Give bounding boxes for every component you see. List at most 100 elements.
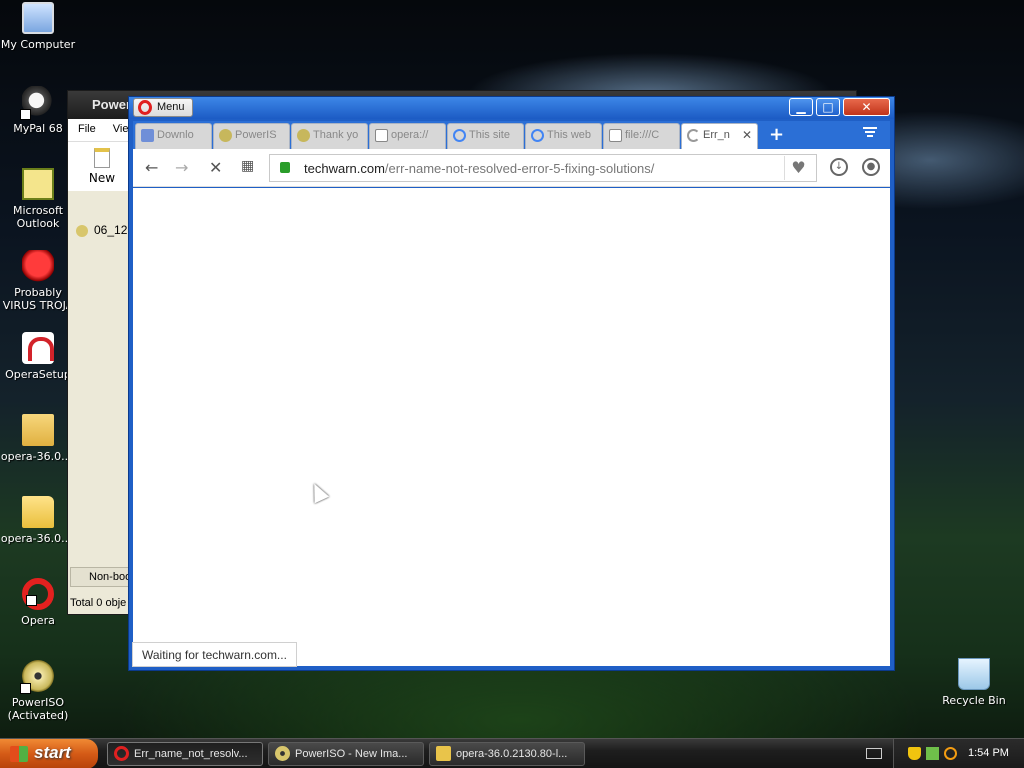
close-tab-icon[interactable]: ✕ (742, 128, 752, 142)
page-content[interactable] (133, 188, 890, 666)
tab-file[interactable]: file:///C (603, 123, 680, 149)
downloads-button[interactable]: ↓ (830, 158, 848, 176)
zip-archive-icon (22, 414, 54, 446)
shield-icon[interactable] (908, 747, 921, 760)
user-icon: ● (866, 161, 876, 172)
opera-menu-button[interactable]: Menu (133, 98, 193, 117)
start-button[interactable]: start (0, 739, 98, 768)
url-path: /err-name-not-resolved-error-5-fixing-so… (384, 161, 655, 176)
stop-button[interactable]: ✕ (209, 158, 222, 177)
page-icon (375, 129, 388, 142)
page-icon (609, 129, 622, 142)
back-button[interactable]: ← (145, 158, 158, 177)
minimize-icon: ▁ (796, 100, 806, 114)
download-icon: ↓ (834, 161, 844, 172)
status-bubble: Waiting for techwarn.com... (132, 642, 297, 667)
network-icon[interactable] (926, 747, 939, 760)
google-icon (453, 129, 466, 142)
tab-strip: Downlo PowerIS Thank yo opera:// This si… (133, 121, 890, 151)
folder-icon (22, 496, 54, 528)
new-button[interactable]: New (82, 148, 122, 185)
poweriso-icon (275, 746, 290, 761)
plus-icon: + (769, 124, 785, 145)
menu-line (867, 135, 873, 137)
search-icon[interactable] (944, 747, 957, 760)
url-host: techwarn.com (304, 161, 385, 176)
address-bar[interactable]: techwarn.com/err-name-not-resolved-error… (269, 154, 817, 182)
keyboard-icon[interactable] (866, 748, 882, 759)
poweriso-icon (297, 129, 310, 142)
system-tray: 1:54 PM (893, 739, 1024, 768)
folder-icon (436, 746, 451, 761)
opera-downloads-icon (141, 129, 154, 142)
desktop-icon-label: Recycle Bin (942, 694, 1006, 707)
maximize-icon: □ (822, 100, 834, 114)
heart-icon: ♥ (791, 158, 806, 177)
poweriso-total-status: Total 0 obje (70, 597, 127, 609)
opera-icon (22, 578, 54, 610)
desktop-icon-label: My Computer (0, 38, 76, 51)
account-button[interactable]: ● (862, 158, 880, 176)
taskbar-item-opera[interactable]: Err_name_not_resolv... (107, 742, 263, 766)
tab-downloads[interactable]: Downlo (135, 123, 212, 149)
menu-line (863, 127, 877, 129)
poweriso-icon (20, 660, 54, 694)
arrow-right-icon: → (175, 158, 189, 177)
google-icon (531, 129, 544, 142)
close-icon: ✕ (861, 100, 872, 114)
menu-file[interactable]: File (78, 123, 96, 135)
tab-google-1[interactable]: This site (447, 123, 524, 149)
desktop-icon-label: PowerISO (Activated) (7, 696, 69, 722)
desktop-icon-label: Opera (21, 614, 55, 627)
file-list-item[interactable]: 06_12 (76, 223, 127, 237)
virus-icon (22, 250, 54, 282)
speed-dial-button[interactable]: ▦ (241, 158, 254, 174)
menu-line (865, 131, 875, 133)
tab-poweriso[interactable]: PowerIS (213, 123, 290, 149)
opera-titlebar[interactable]: Menu ▁ □ ✕ (129, 97, 894, 119)
tab-label: PowerIS (235, 129, 277, 141)
computer-icon (22, 2, 54, 34)
tab-label: This web (547, 129, 592, 141)
bookmark-heart-button[interactable]: ♥ (784, 156, 812, 180)
desktop-icon-recycle-bin[interactable]: Recycle Bin (934, 658, 1014, 707)
loading-icon (687, 129, 700, 142)
taskbar-item-label: PowerISO - New Ima... (295, 748, 408, 760)
start-label: start (34, 743, 71, 762)
forward-button[interactable]: → (175, 158, 188, 177)
mypal-icon (20, 86, 54, 120)
minimize-button[interactable]: ▁ (789, 98, 813, 116)
close-button[interactable]: ✕ (843, 98, 890, 116)
file-name: 06_12 (94, 223, 128, 237)
new-document-icon (94, 148, 110, 168)
poweriso-title: Power (92, 97, 132, 112)
recycle-bin-icon (958, 658, 990, 690)
tab-opera-internal[interactable]: opera:// (369, 123, 446, 149)
desktop-icon-my-computer[interactable]: My Computer (0, 2, 78, 51)
tab-thank-you[interactable]: Thank yo (291, 123, 368, 149)
disc-image-icon (76, 224, 88, 237)
opera-setup-icon (22, 332, 54, 364)
tab-label: opera:// (391, 129, 429, 141)
tab-menu-button[interactable] (863, 125, 877, 139)
grid-icon: ▦ (241, 158, 255, 174)
taskbar: start Err_name_not_resolv... PowerISO - … (0, 738, 1024, 768)
arrow-left-icon: ← (145, 158, 159, 177)
tab-label: Downlo (157, 129, 194, 141)
tab-label: Thank yo (313, 129, 359, 141)
new-button-label: New (88, 171, 116, 185)
taskbar-item-poweriso[interactable]: PowerISO - New Ima... (268, 742, 424, 766)
maximize-button[interactable]: □ (816, 98, 840, 116)
taskbar-item-folder[interactable]: opera-36.0.2130.80-l... (429, 742, 585, 766)
clock[interactable]: 1:54 PM (968, 747, 1009, 759)
taskbar-item-label: opera-36.0.2130.80-l... (456, 748, 568, 760)
outlook-icon (22, 168, 54, 200)
opera-window[interactable]: Menu ▁ □ ✕ Downlo PowerIS Thank yo opera… (128, 96, 895, 671)
new-tab-button[interactable]: + (769, 124, 784, 145)
desktop-icon-poweriso[interactable]: PowerISO (Activated) (0, 660, 78, 722)
tab-active[interactable]: Err_n ✕ (681, 123, 758, 151)
tab-label: This site (469, 129, 510, 141)
tab-google-2[interactable]: This web (525, 123, 602, 149)
tab-label: file:///C (625, 129, 660, 141)
opera-icon (114, 746, 129, 761)
